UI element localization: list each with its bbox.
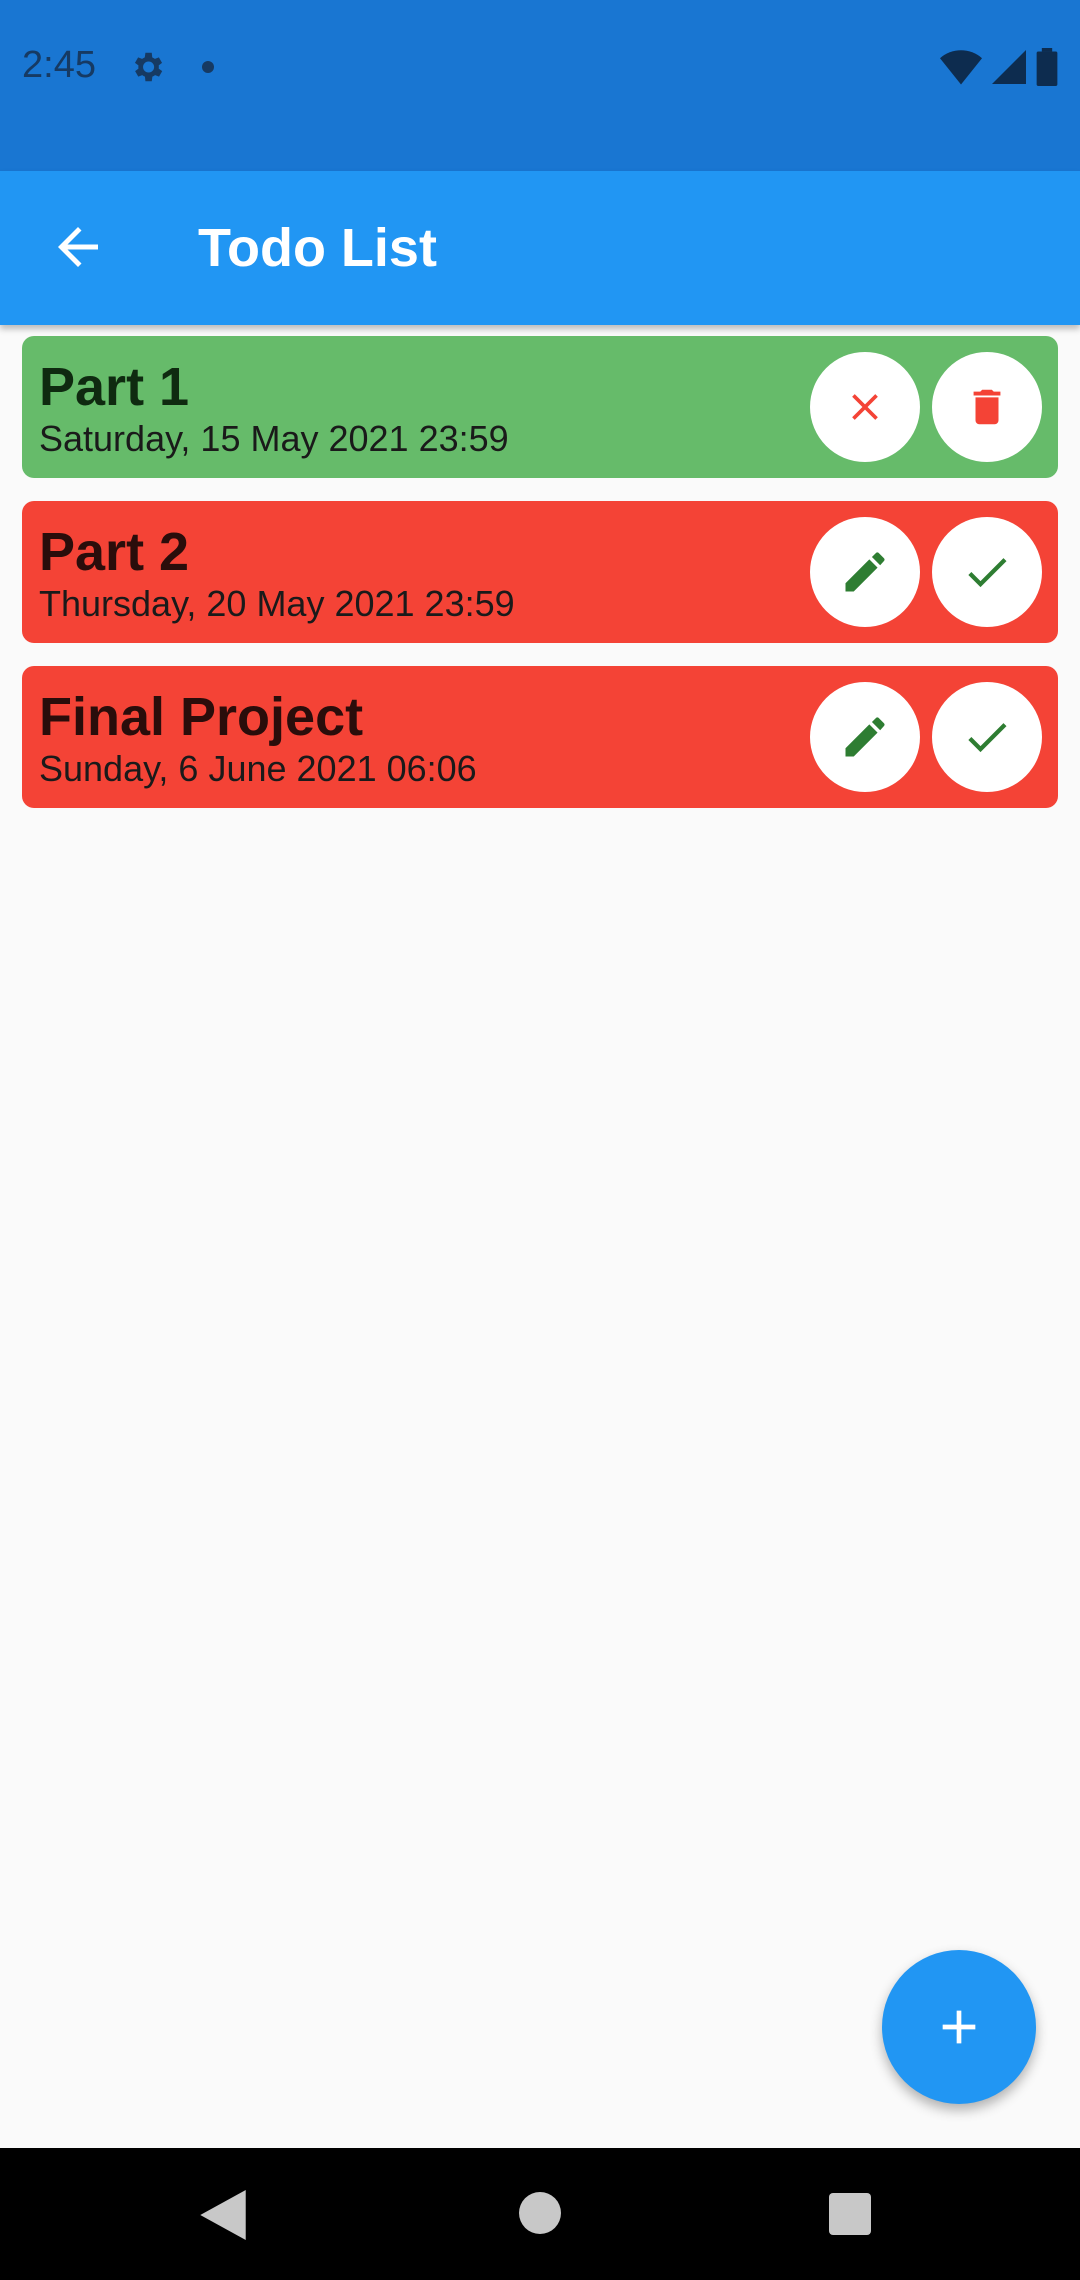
pencil-icon [845,552,885,592]
mark-incomplete-button[interactable] [810,352,920,462]
status-bar: 2:45 [0,0,1080,171]
pencil-icon [845,717,885,757]
todo-date: Saturday, 15 May 2021 23:59 [39,418,509,459]
notification-dot-icon [202,61,214,73]
todo-date: Sunday, 6 June 2021 06:06 [39,748,477,789]
todo-list: Part 1 Saturday, 15 May 2021 23:59 Part … [22,336,1058,831]
system-nav-bar [0,2148,1080,2280]
plus-icon [942,2010,976,2044]
battery-icon [1036,48,1058,86]
check-icon [968,558,1007,588]
wifi-icon [940,50,982,85]
edit-button[interactable] [810,682,920,792]
nav-back-icon[interactable] [200,2190,246,2240]
close-icon [852,394,878,420]
back-arrow-icon[interactable] [48,217,108,277]
signal-icon [992,50,1026,84]
mark-complete-button[interactable] [932,682,1042,792]
settings-gear-icon [134,52,163,82]
check-icon [968,723,1007,753]
todo-title: Part 2 [39,522,190,582]
add-todo-button[interactable] [882,1950,1036,2104]
page-title: Todo List [198,218,437,278]
todo-item[interactable]: Final Project Sunday, 6 June 2021 06:06 [22,666,1058,808]
nav-home-icon[interactable] [519,2192,561,2234]
todo-title: Part 1 [39,357,190,417]
nav-recents-icon[interactable] [829,2193,871,2235]
todo-title: Final Project [39,687,364,747]
delete-button[interactable] [932,352,1042,462]
app-bar: Todo List [0,171,1080,325]
trash-icon [973,389,1001,425]
status-time: 2:45 [22,44,96,86]
todo-item[interactable]: Part 2 Thursday, 20 May 2021 23:59 [22,501,1058,643]
edit-button[interactable] [810,517,920,627]
mark-complete-button[interactable] [932,517,1042,627]
status-icons [940,48,1058,86]
todo-date: Thursday, 20 May 2021 23:59 [39,583,515,624]
todo-item[interactable]: Part 1 Saturday, 15 May 2021 23:59 [22,336,1058,478]
